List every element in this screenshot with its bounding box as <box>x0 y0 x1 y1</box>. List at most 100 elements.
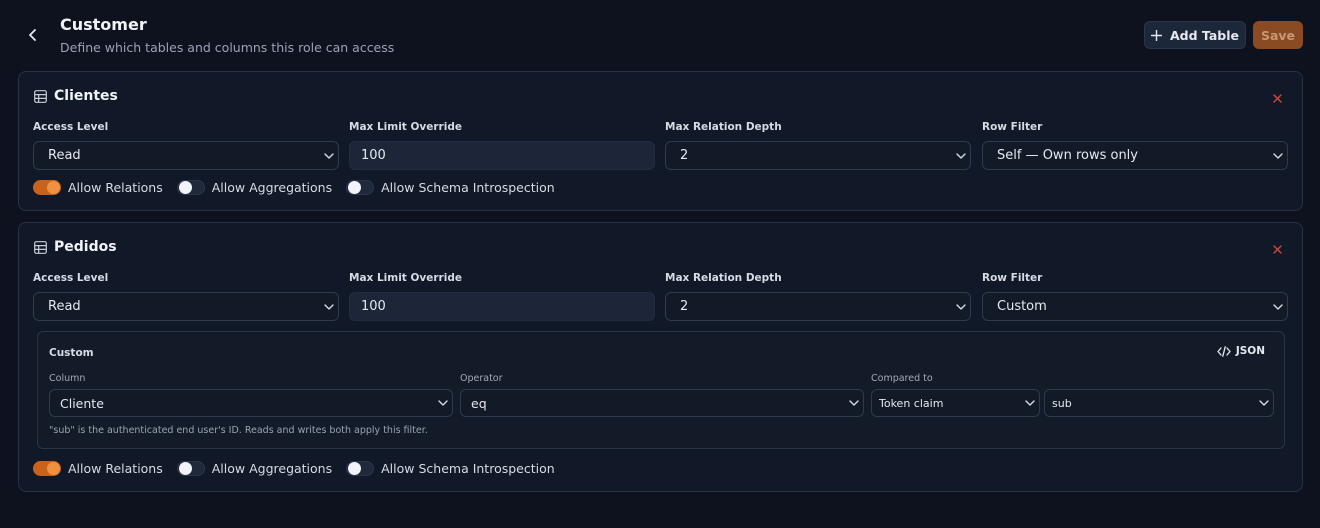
toggle-switch[interactable] <box>346 461 375 476</box>
column-select[interactable]: Cliente <box>49 389 453 417</box>
page-subtitle: Define which tables and columns this rol… <box>60 40 395 55</box>
field-label: Max Relation Depth <box>665 121 782 133</box>
select-value: Token claim <box>879 396 944 410</box>
remove-table-button[interactable] <box>1270 91 1284 105</box>
remove-table-button[interactable] <box>1270 242 1284 256</box>
max-depth-field: Max Relation Depth 2 <box>665 272 971 321</box>
max-depth-field: Max Relation Depth 2 <box>665 121 971 170</box>
custom-filter-panel: Custom JSON Column Cliente Operator eq C… <box>37 331 1285 449</box>
permission-toggles: Allow Relations Allow Aggregations Allow… <box>33 461 569 476</box>
allow-aggregations-toggle[interactable]: Allow Aggregations <box>176 180 333 195</box>
table-card-clientes: Clientes Access Level Read Max Limit Ove… <box>18 71 1303 211</box>
compared-to-label: Compared to <box>871 373 933 384</box>
add-table-button[interactable]: Add Table <box>1144 21 1246 49</box>
chevron-down-icon <box>1273 303 1283 310</box>
access-level-field: Access Level Read <box>33 272 339 321</box>
toggle-switch[interactable] <box>33 461 61 476</box>
max-limit-field: Max Limit Override 100 <box>349 121 655 170</box>
card-title: Clientes <box>34 88 118 104</box>
toggle-label: Allow Relations <box>68 461 163 476</box>
field-label: Access Level <box>33 121 109 133</box>
chevron-left-icon <box>29 29 36 41</box>
toggle-label: Allow Aggregations <box>211 180 333 195</box>
max-depth-select[interactable]: 2 <box>665 292 971 321</box>
chevron-down-icon <box>324 152 334 159</box>
operator-select[interactable]: eq <box>460 389 864 417</box>
max-limit-field: Max Limit Override 100 <box>349 272 655 321</box>
toggle-switch[interactable] <box>176 180 205 195</box>
add-table-label: Add Table <box>1170 27 1239 43</box>
select-value: 2 <box>680 299 689 314</box>
access-level-field: Access Level Read <box>33 121 339 170</box>
toggle-label: Allow Aggregations <box>211 461 333 476</box>
page-title: Customer <box>60 15 147 34</box>
close-icon <box>1272 244 1282 254</box>
back-button[interactable] <box>24 26 42 44</box>
chevron-down-icon <box>956 303 966 310</box>
toggle-label: Allow Schema Introspection <box>381 180 555 195</box>
select-value: Self — Own rows only <box>997 148 1138 163</box>
select-value: 2 <box>680 148 689 163</box>
access-level-select[interactable]: Read <box>33 292 339 321</box>
allow-introspection-toggle[interactable]: Allow Schema Introspection <box>346 461 555 476</box>
custom-filter-title: Custom <box>49 347 94 359</box>
card-title: Pedidos <box>34 239 117 255</box>
compared-type-select[interactable]: Token claim <box>871 389 1040 417</box>
select-value: Custom <box>997 299 1047 314</box>
max-depth-select[interactable]: 2 <box>665 141 971 170</box>
permission-toggles: Allow Relations Allow Aggregations Allow… <box>33 180 569 195</box>
row-filter-select[interactable]: Self — Own rows only <box>982 141 1288 170</box>
toggle-switch[interactable] <box>33 180 61 195</box>
allow-aggregations-toggle[interactable]: Allow Aggregations <box>176 461 333 476</box>
select-value: sub <box>1052 396 1072 410</box>
toggle-label: Allow Schema Introspection <box>381 461 555 476</box>
chevron-down-icon <box>1025 400 1035 406</box>
column-label: Column <box>49 373 86 384</box>
compared-value-select[interactable]: sub <box>1044 389 1274 417</box>
json-label: JSON <box>1235 345 1265 357</box>
toggle-label: Allow Relations <box>68 180 163 195</box>
allow-relations-toggle[interactable]: Allow Relations <box>33 461 163 476</box>
select-value: eq <box>471 395 487 411</box>
row-filter-field: Row Filter Custom <box>982 272 1288 321</box>
field-label: Row Filter <box>982 272 1043 284</box>
select-value: Read <box>48 148 81 163</box>
max-limit-input[interactable]: 100 <box>349 292 655 321</box>
chevron-down-icon <box>956 152 966 159</box>
table-icon <box>34 89 47 103</box>
select-value: Cliente <box>60 395 104 411</box>
toggle-switch[interactable] <box>346 180 375 195</box>
table-name: Pedidos <box>54 239 117 255</box>
page-header: Customer Define which tables and columns… <box>0 0 1320 70</box>
input-value: 100 <box>361 299 386 314</box>
chevron-down-icon <box>1273 152 1283 159</box>
row-filter-select[interactable]: Custom <box>982 292 1288 321</box>
code-icon <box>1217 345 1231 357</box>
close-icon <box>1272 93 1282 103</box>
field-label: Max Limit Override <box>349 272 462 284</box>
operator-label: Operator <box>460 373 503 384</box>
chevron-down-icon <box>849 400 859 406</box>
select-value: Read <box>48 299 81 314</box>
chevron-down-icon <box>438 400 448 406</box>
table-icon <box>34 240 47 254</box>
save-button[interactable]: Save <box>1253 21 1303 49</box>
toggle-switch[interactable] <box>176 461 205 476</box>
field-label: Max Relation Depth <box>665 272 782 284</box>
field-label: Max Limit Override <box>349 121 462 133</box>
input-value: 100 <box>361 148 386 163</box>
json-toggle-button[interactable]: JSON <box>1217 345 1265 357</box>
allow-introspection-toggle[interactable]: Allow Schema Introspection <box>346 180 555 195</box>
field-label: Access Level <box>33 272 109 284</box>
plus-icon <box>1151 29 1162 41</box>
field-label: Row Filter <box>982 121 1043 133</box>
access-level-select[interactable]: Read <box>33 141 339 170</box>
table-name: Clientes <box>54 88 118 104</box>
filter-hint: "sub" is the authenticated end user's ID… <box>49 425 428 436</box>
chevron-down-icon <box>1259 400 1269 406</box>
table-card-pedidos: Pedidos Access Level Read Max Limit Over… <box>18 222 1303 492</box>
row-filter-field: Row Filter Self — Own rows only <box>982 121 1288 170</box>
max-limit-input[interactable]: 100 <box>349 141 655 170</box>
chevron-down-icon <box>324 303 334 310</box>
allow-relations-toggle[interactable]: Allow Relations <box>33 180 163 195</box>
